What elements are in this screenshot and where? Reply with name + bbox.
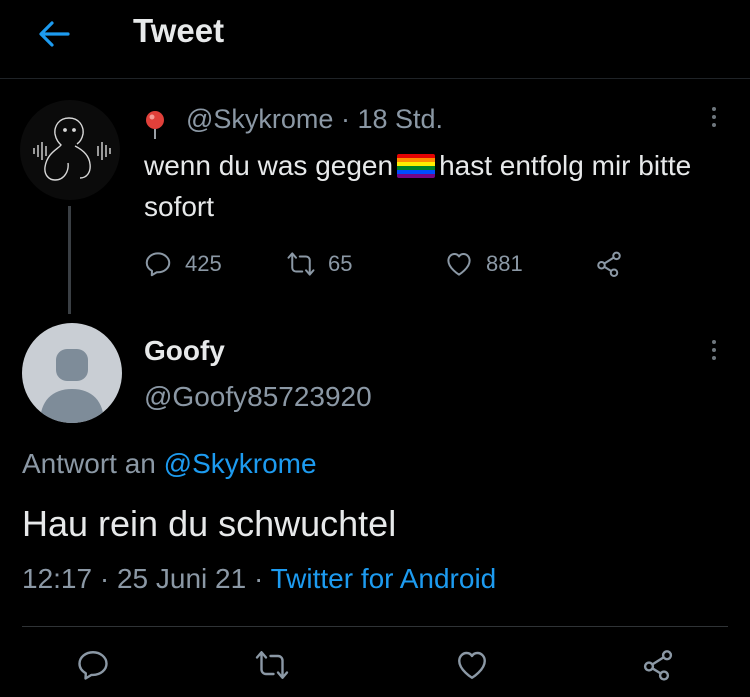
like-button[interactable] [452,645,492,685]
reply-icon [145,252,171,277]
author-name[interactable]: Goofy [144,335,225,367]
reply-button[interactable]: 425 [143,247,222,281]
tweet-text: Hau rein du schwuchtel [22,503,397,544]
avatar-default[interactable] [22,323,122,423]
heart-icon [447,253,471,276]
tweet-meta: @Skykrome · 18 Std. [186,104,443,134]
heart-icon [458,651,486,679]
reply-count: 425 [185,251,222,276]
avatar[interactable] [20,100,120,200]
tweet-time: 12:17 [22,563,93,594]
retweet-icon [287,252,315,276]
more-options-icon[interactable] [708,336,720,368]
thread-line [68,206,71,314]
share-button[interactable] [594,247,636,281]
more-options-icon[interactable] [708,103,720,135]
author-handle[interactable]: @Goofy85723920 [144,381,372,413]
page-title: Tweet [133,12,225,49]
reply-icon [78,651,108,680]
tweet-timestamp: 12:17 · 25 Juni 21 · Twitter for Android [22,563,497,594]
like-button[interactable]: 881 [444,247,523,281]
tweet-date: 25 Juni 21 [116,563,247,594]
share-icon [643,650,673,681]
divider [22,626,728,627]
mention-link[interactable]: @Skykrome [164,448,317,479]
rainbow-flag-icon [397,154,436,178]
author-handle[interactable]: @Skykrome [186,104,333,134]
reply-context: Antwort an @Skykrome [22,448,317,479]
retweet-button[interactable] [252,645,292,685]
like-count: 881 [486,251,523,276]
tweet-age[interactable]: 18 Std. [357,104,443,134]
map-pin-icon [144,110,166,140]
top-bar [0,0,750,79]
reply-button[interactable] [73,645,113,685]
share-button[interactable] [638,645,678,685]
client-link[interactable]: Twitter for Android [271,563,497,594]
tweet-text: wenn du was gegen hast entfolg mir bitte … [144,150,692,222]
retweet-icon [255,651,289,679]
retweet-button[interactable]: 65 [286,247,352,281]
share-icon [597,251,621,277]
retweet-count: 65 [328,251,353,276]
arrow-left-icon[interactable] [34,16,74,52]
